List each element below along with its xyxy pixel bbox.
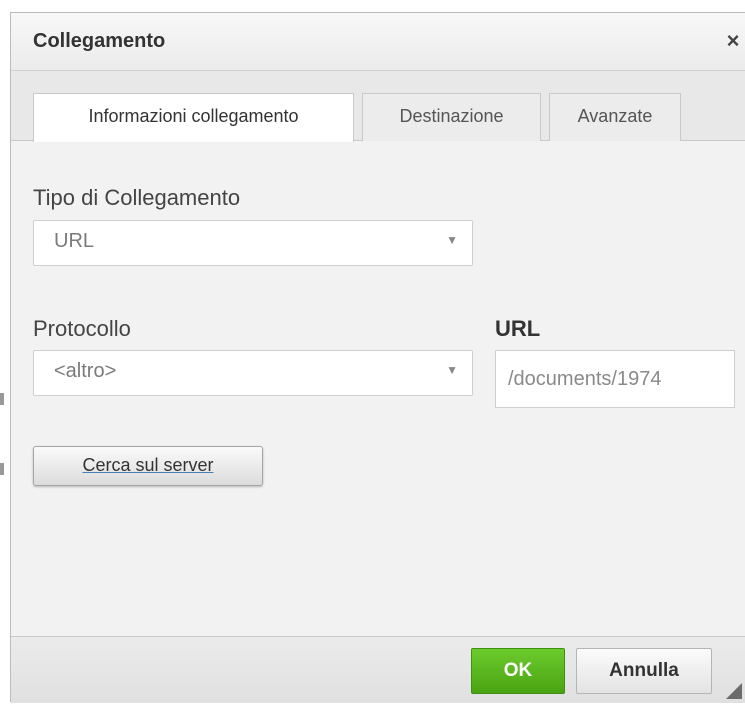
tab-bar: Informazioni collegamento Destinazione A… (11, 71, 745, 142)
browse-server-button[interactable]: Cerca sul server (33, 446, 263, 486)
protocol-selected-value: <altro> (54, 360, 117, 382)
cancel-button[interactable]: Annulla (576, 648, 712, 694)
background-edge-mark (0, 463, 4, 475)
dialog-footer: OK Annulla (11, 636, 745, 703)
link-type-label: Tipo di Collegamento (33, 185, 241, 210)
protocol-select[interactable]: <altro> ▼ (33, 350, 473, 396)
resize-grip-icon[interactable] (726, 683, 742, 699)
close-icon[interactable]: × (720, 27, 745, 55)
tab-advanced[interactable]: Avanzate (549, 93, 681, 141)
background-edge-mark (0, 393, 4, 405)
url-label: URL (495, 316, 541, 341)
link-dialog: Collegamento × Informazioni collegamento… (10, 12, 745, 703)
chevron-down-icon: ▼ (446, 363, 458, 377)
browse-server-label: Cerca sul server (82, 455, 214, 475)
protocol-label: Protocollo (33, 316, 131, 341)
url-input[interactable]: /documents/1974 (495, 350, 735, 408)
ok-button[interactable]: OK (471, 648, 565, 694)
tab-target[interactable]: Destinazione (362, 93, 541, 141)
tab-link-info[interactable]: Informazioni collegamento (33, 93, 354, 142)
dialog-titlebar[interactable]: Collegamento × (11, 13, 745, 71)
link-type-selected-value: URL (54, 230, 95, 252)
link-type-select[interactable]: URL ▼ (33, 220, 473, 266)
chevron-down-icon: ▼ (446, 233, 458, 247)
dialog-title: Collegamento (33, 30, 166, 52)
